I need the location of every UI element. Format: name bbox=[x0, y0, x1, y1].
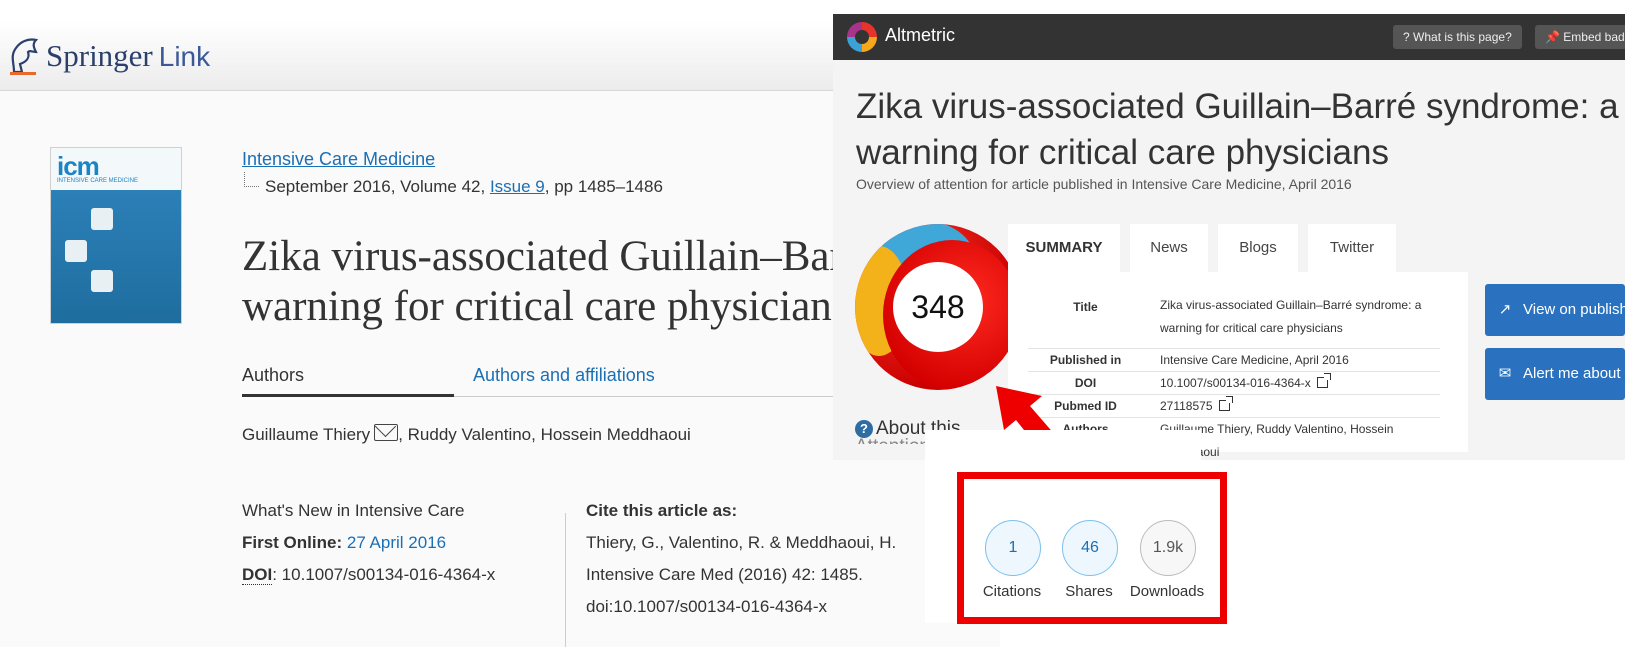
row-label: Title bbox=[1073, 300, 1098, 314]
cite-heading: Cite this article as: bbox=[586, 501, 738, 520]
journal-cover-image[interactable]: icm INTENSIVE CARE MEDICINE bbox=[50, 147, 182, 324]
journal-link[interactable]: Intensive Care Medicine bbox=[242, 149, 435, 170]
external-link-icon[interactable] bbox=[1218, 396, 1233, 411]
external-link-icon[interactable] bbox=[1316, 373, 1331, 388]
issue-pages: , pp 1485–1486 bbox=[544, 177, 663, 196]
author-name[interactable]: Guillaume Thiery bbox=[242, 425, 370, 444]
article-category: What's New in Intensive Care bbox=[242, 501, 465, 520]
summary-table: Title Zika virus-associated Guillain–Bar… bbox=[1008, 272, 1468, 459]
citations-count[interactable]: 1 bbox=[985, 520, 1041, 576]
first-online: First Online: 27 April 2016 bbox=[242, 533, 446, 553]
tab-news[interactable]: News bbox=[1130, 224, 1208, 272]
email-icon[interactable] bbox=[374, 424, 399, 441]
doi-label: DOI bbox=[242, 565, 273, 585]
row-value[interactable]: 10.1007/s00134-016-4364-x bbox=[1160, 372, 1440, 395]
alert-me-button[interactable]: ✉ Alert me about new mentions bbox=[1485, 348, 1625, 400]
citation-line: Intensive Care Med (2016) 42: 1485. bbox=[586, 565, 863, 584]
attention-score-donut[interactable]: 348 bbox=[855, 224, 1021, 390]
summary-row-title: Title Zika virus-associated Guillain–Bar… bbox=[1028, 294, 1440, 349]
altmetric-brand[interactable]: Altmetric bbox=[885, 25, 955, 46]
button-label: What is this page? bbox=[1413, 30, 1512, 44]
embed-badge-button[interactable]: 📌 Embed badge bbox=[1535, 25, 1625, 49]
what-is-this-page-button[interactable]: ? What is this page? bbox=[1393, 25, 1522, 49]
first-online-date[interactable]: 27 April 2016 bbox=[347, 533, 446, 552]
issue-prefix: September 2016, Volume 42, bbox=[265, 177, 490, 196]
doi-link[interactable]: 10.1007/s00134-016-4364-x bbox=[1160, 376, 1311, 390]
pubmed-link[interactable]: 27118575 bbox=[1160, 399, 1213, 413]
citations-label: Citations bbox=[982, 583, 1042, 600]
shares-label: Shares bbox=[1065, 583, 1113, 600]
springer-horse-icon bbox=[10, 38, 39, 75]
other-authors: , Ruddy Valentino, Hossein Meddhaoui bbox=[398, 425, 691, 444]
row-value: Intensive Care Medicine, April 2016 bbox=[1160, 353, 1349, 367]
springer-link-logo[interactable]: Springer Link bbox=[46, 38, 210, 74]
cover-subtitle: INTENSIVE CARE MEDICINE bbox=[57, 178, 139, 184]
altmetric-overview: Overview of attention for article publis… bbox=[856, 176, 1352, 192]
tab-authors[interactable]: Authors bbox=[242, 365, 304, 386]
issue-connector bbox=[244, 172, 259, 187]
doi-value: : 10.1007/s00134-016-4364-x bbox=[272, 565, 496, 584]
altmetric-title: Zika virus-associated Guillain–Barré syn… bbox=[856, 84, 1625, 176]
issue-info: September 2016, Volume 42, Issue 9, pp 1… bbox=[265, 177, 663, 197]
tab-twitter[interactable]: Twitter bbox=[1308, 224, 1396, 272]
button-label: View on publisher site bbox=[1523, 301, 1625, 318]
logo-springer-text: Springer bbox=[46, 38, 153, 73]
row-value: Zika virus-associated Guillain–Barré syn… bbox=[1160, 298, 1422, 335]
external-link-icon: ↗ bbox=[1498, 301, 1512, 318]
pin-icon: 📌 bbox=[1545, 30, 1560, 44]
altmetric-title-line2: warning for critical care physicians bbox=[856, 133, 1389, 172]
cover-header: icm INTENSIVE CARE MEDICINE bbox=[51, 148, 181, 190]
author-list: Guillaume Thiery , Ruddy Valentino, Hosse… bbox=[242, 424, 691, 445]
active-tab-indicator bbox=[242, 394, 454, 397]
question-icon: ? bbox=[1403, 30, 1410, 44]
first-online-label: First Online: bbox=[242, 533, 343, 552]
column-divider bbox=[565, 513, 566, 647]
altmetric-header: Altmetric ? What is this page? 📌 Embed b… bbox=[833, 14, 1625, 60]
citation-line: doi:10.1007/s00134-016-4364-x bbox=[586, 597, 828, 616]
shares-count[interactable]: 46 bbox=[1062, 520, 1118, 576]
tab-authors-affiliations[interactable]: Authors and affiliations bbox=[473, 365, 655, 386]
view-on-publisher-button[interactable]: ↗ View on publisher site bbox=[1485, 284, 1625, 336]
row-value[interactable]: 27118575 bbox=[1160, 395, 1440, 418]
tab-blogs[interactable]: Blogs bbox=[1218, 224, 1298, 272]
row-label: Published in bbox=[1049, 353, 1122, 367]
summary-row-doi: DOI 10.1007/s00134-016-4364-x bbox=[1028, 372, 1440, 395]
downloads-label: Downloads bbox=[1129, 583, 1205, 600]
logo-link-text: Link bbox=[158, 41, 211, 72]
tab-summary[interactable]: SUMMARY bbox=[1008, 224, 1120, 272]
doi-info: DOI: 10.1007/s00134-016-4364-x bbox=[242, 565, 495, 585]
summary-row-published: Published in Intensive Care Medicine, Ap… bbox=[1028, 349, 1440, 372]
altmetric-logo-icon bbox=[847, 22, 877, 52]
button-label: Embed badge bbox=[1563, 30, 1625, 44]
attention-score: 348 bbox=[911, 289, 965, 325]
button-label: Alert me about new mentions bbox=[1523, 365, 1625, 382]
row-value: Guillaume Thiery, Ruddy Valentino, Hosse… bbox=[1160, 422, 1394, 459]
altmetric-title-line1: Zika virus-associated Guillain–Barré syn… bbox=[856, 87, 1619, 126]
cover-illustration bbox=[65, 240, 87, 262]
downloads-count[interactable]: 1.9k bbox=[1140, 520, 1196, 576]
issue-link[interactable]: Issue 9 bbox=[490, 177, 545, 196]
envelope-icon: ✉ bbox=[1498, 365, 1512, 382]
cover-illustration bbox=[91, 270, 113, 292]
summary-row-pubmed: Pubmed ID 27118575 bbox=[1028, 395, 1440, 418]
cover-illustration bbox=[91, 208, 113, 230]
